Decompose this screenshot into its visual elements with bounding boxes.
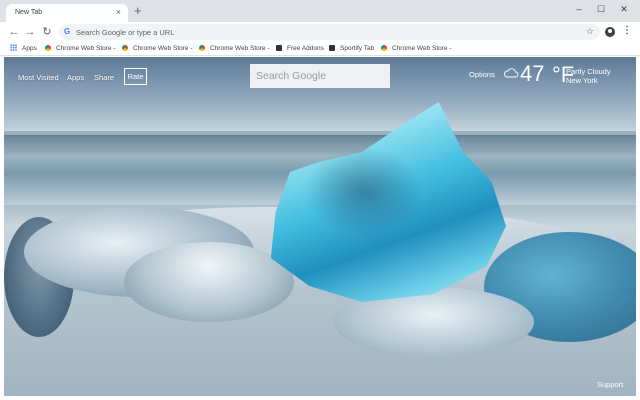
most-visited-link[interactable]: Most Visited	[18, 73, 59, 82]
bookmark-free-addons[interactable]: Free Addons	[276, 44, 324, 54]
support-link[interactable]: Support	[597, 380, 623, 389]
address-bar[interactable]: G Search Google or type a URL ☆	[59, 24, 600, 40]
tab-new-tab[interactable]: New Tab ×	[6, 4, 128, 22]
tab-title: New Tab	[15, 9, 43, 16]
menu-icon[interactable]: ⋮	[622, 25, 632, 36]
close-window-icon[interactable]: ✕	[617, 4, 631, 15]
minimize-icon[interactable]: –	[572, 4, 586, 14]
close-tab-icon[interactable]: ×	[116, 7, 121, 17]
options-link[interactable]: Options	[469, 70, 495, 79]
apps-link[interactable]: Apps	[67, 73, 84, 82]
bookmarks-bar: Apps Chrome Web Store - Chrome Web Store…	[0, 42, 640, 56]
search-input[interactable]: Search Google	[250, 64, 390, 88]
addon-icon	[329, 44, 335, 51]
maximize-icon[interactable]: ☐	[594, 4, 608, 15]
back-icon[interactable]: ←	[8, 25, 20, 39]
temperature-value: 47	[520, 61, 545, 86]
bookmark-apps[interactable]: Apps	[10, 44, 37, 54]
share-link[interactable]: Share	[94, 73, 114, 82]
bookmark-chrome-web-store[interactable]: Chrome Web Store -	[381, 44, 451, 54]
google-icon: G	[64, 27, 71, 36]
chrome-web-store-icon	[122, 44, 128, 51]
chrome-web-store-icon	[199, 44, 205, 51]
ice-floe	[124, 242, 294, 322]
address-bar-placeholder: Search Google or type a URL	[76, 28, 175, 37]
addon-icon	[276, 44, 282, 51]
browser-titlebar: New Tab × + – ☐ ✕	[0, 0, 640, 22]
bookmark-chrome-web-store[interactable]: Chrome Web Store -	[45, 44, 115, 54]
chrome-web-store-icon	[381, 44, 387, 51]
weather-condition: Partly Cloudy	[566, 67, 611, 76]
bookmark-chrome-web-store[interactable]: Chrome Web Store -	[199, 44, 269, 54]
apps-grid-icon	[10, 44, 17, 51]
bookmark-star-icon[interactable]: ☆	[586, 26, 594, 37]
bookmark-sportify-tab[interactable]: Sportify Tab	[329, 44, 374, 54]
browser-toolbar: ← → ↻ G Search Google or type a URL ☆ ⋮	[0, 22, 640, 42]
rate-button[interactable]: Rate	[124, 68, 147, 85]
chrome-web-store-icon	[45, 44, 51, 51]
reload-icon[interactable]: ↻	[41, 25, 53, 39]
forward-icon[interactable]: →	[24, 25, 36, 39]
cloud-icon	[504, 68, 519, 78]
account-icon[interactable]	[605, 27, 615, 37]
new-tab-page: Most Visited Apps Share Rate Search Goog…	[4, 57, 636, 396]
bookmark-chrome-web-store[interactable]: Chrome Web Store -	[122, 44, 192, 54]
iceberg-shadow	[304, 147, 424, 237]
new-tab-button[interactable]: +	[134, 3, 142, 19]
weather-city: New York	[566, 76, 598, 85]
